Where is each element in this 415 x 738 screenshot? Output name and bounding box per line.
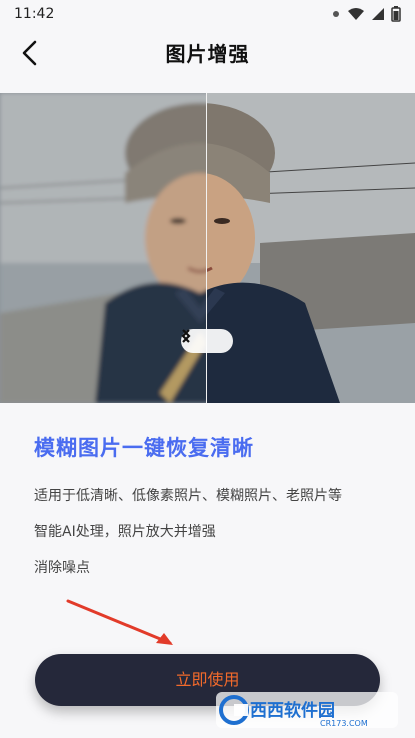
status-time: 11:42 bbox=[14, 6, 55, 22]
page-title: 图片增强 bbox=[165, 42, 250, 66]
before-after-compare[interactable] bbox=[0, 93, 415, 403]
feature-headline: 模糊图片一键恢复清晰 bbox=[34, 436, 254, 460]
compare-divider[interactable] bbox=[206, 93, 207, 403]
red-arrow-annotation bbox=[66, 599, 173, 645]
status-bar: 11:42 bbox=[0, 0, 415, 28]
status-icons bbox=[331, 6, 401, 22]
settings-dot-icon bbox=[333, 11, 339, 17]
wifi-icon bbox=[348, 8, 364, 20]
battery-icon bbox=[391, 6, 401, 22]
watermark: 西西软件园 CR173.COM bbox=[216, 690, 398, 730]
watermark-brand: 西西软件园 bbox=[250, 700, 335, 721]
compare-photo bbox=[0, 93, 415, 403]
description-line-2: 智能AI处理，照片放大并增强 bbox=[34, 524, 216, 540]
nav-bar: 图片增强 bbox=[0, 28, 415, 78]
description-line-3: 消除噪点 bbox=[34, 560, 90, 576]
description-line-1: 适用于低清晰、低像素照片、模糊照片、老照片等 bbox=[34, 488, 342, 504]
chevron-right-icon bbox=[182, 329, 191, 343]
compare-slider-handle[interactable] bbox=[181, 329, 233, 353]
cellular-icon bbox=[372, 8, 384, 20]
watermark-site: CR173.COM bbox=[320, 719, 368, 728]
watermark-logo-icon: 西西软件园 CR173.COM bbox=[216, 692, 398, 728]
